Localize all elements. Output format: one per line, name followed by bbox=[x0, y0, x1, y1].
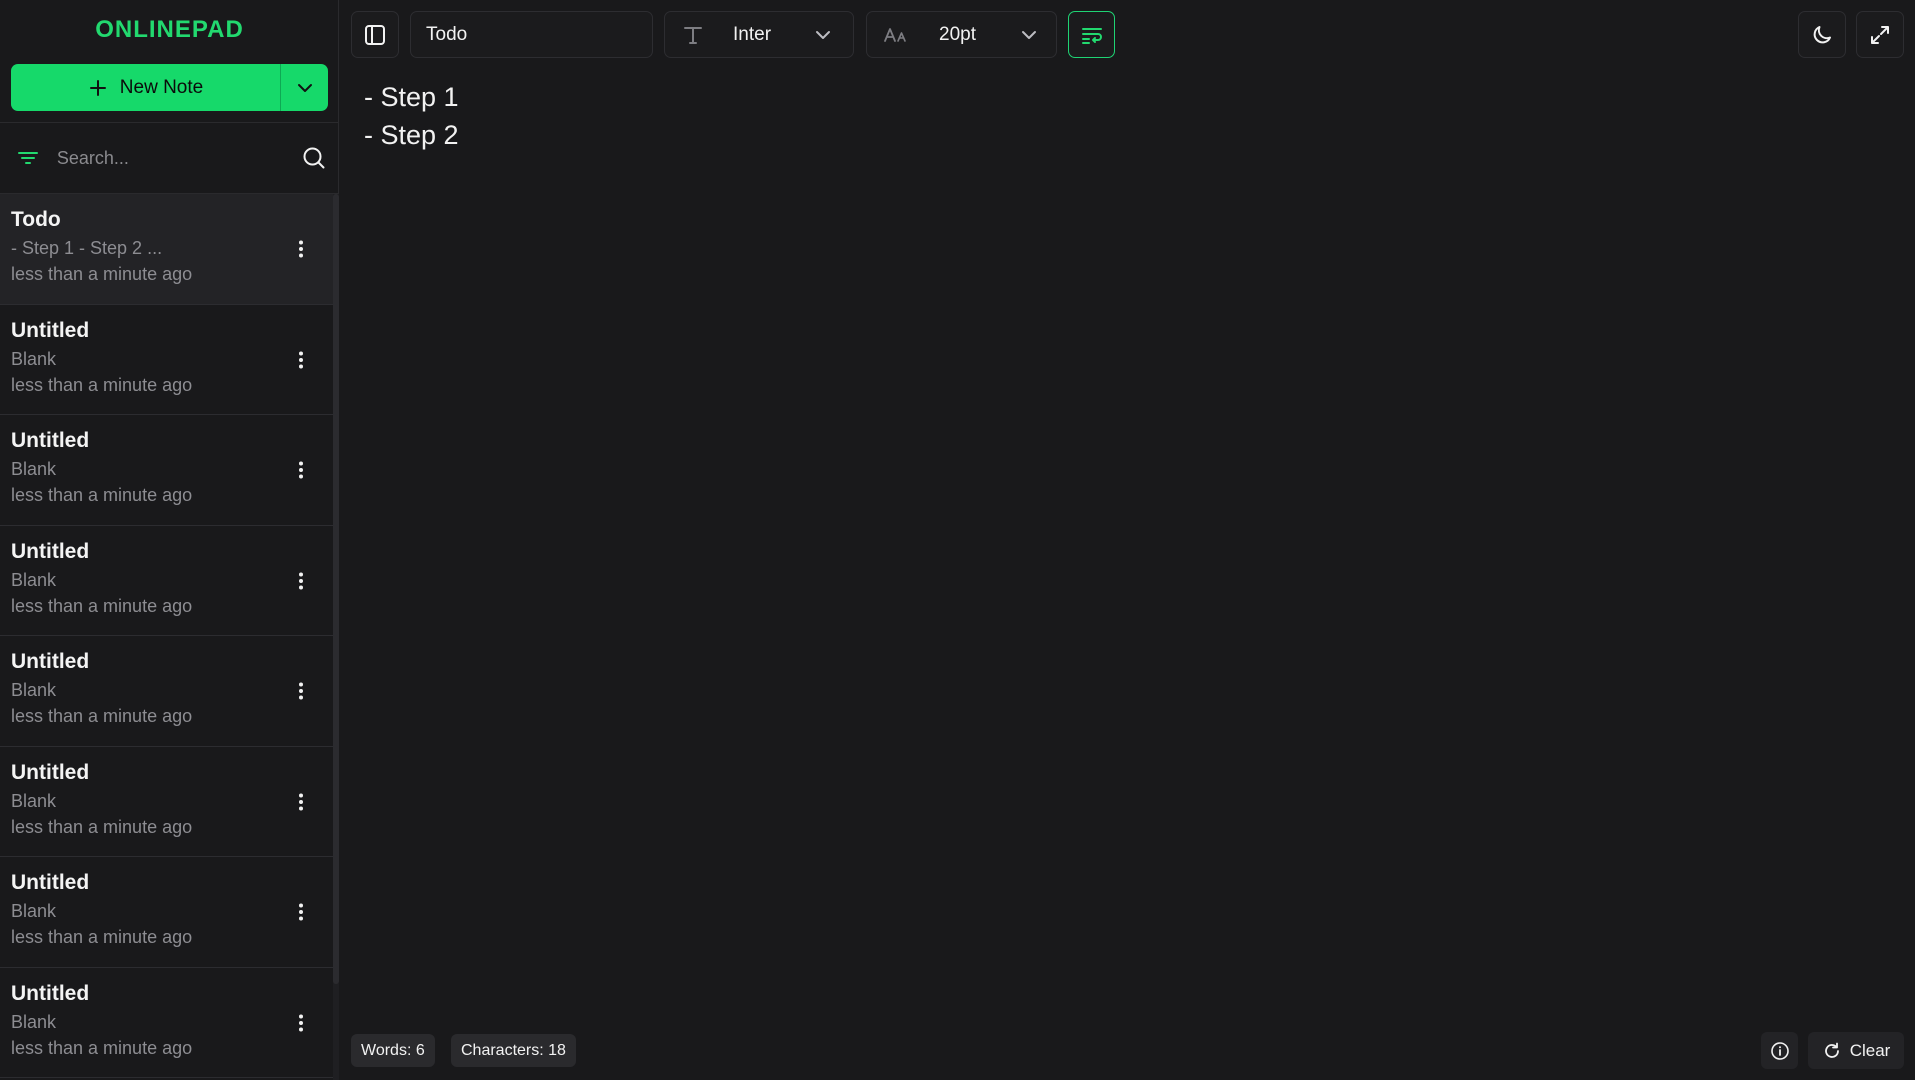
note-list-item[interactable]: Untitled Blank less than a minute ago bbox=[0, 636, 333, 747]
more-vertical-icon bbox=[299, 240, 303, 258]
refresh-icon bbox=[1824, 1042, 1839, 1058]
note-preview: Blank bbox=[11, 901, 57, 921]
note-options-button[interactable] bbox=[289, 676, 313, 706]
sidebar: ONLINEPAD New Note Todo - Step 1 - Step 2… bbox=[0, 0, 339, 1080]
info-button[interactable] bbox=[1761, 1032, 1798, 1069]
note-title: Untitled bbox=[11, 871, 90, 894]
info-icon bbox=[1770, 1041, 1789, 1060]
font-size-select[interactable]: 20pt bbox=[866, 11, 1057, 58]
note-title: Untitled bbox=[11, 650, 90, 673]
note-title: Untitled bbox=[11, 539, 90, 563]
new-note-button-group: New Note bbox=[11, 64, 328, 111]
app-logo: ONLINEPAD bbox=[95, 16, 244, 43]
note-preview: Blank bbox=[11, 569, 57, 590]
note-list-item[interactable]: Untitled Blank less than a minute ago bbox=[0, 305, 333, 415]
note-title: Untitled bbox=[11, 318, 90, 342]
filter-icon bbox=[18, 152, 39, 164]
editor-textarea[interactable]: - Step 1 - Step 2 bbox=[364, 78, 1894, 154]
more-vertical-icon bbox=[299, 903, 303, 921]
new-note-button[interactable]: New Note bbox=[11, 64, 280, 111]
character-count-badge: Characters: 18 bbox=[451, 1034, 576, 1067]
note-preview: Blank bbox=[11, 459, 57, 479]
font-type-icon bbox=[684, 26, 702, 44]
note-list-item[interactable]: Untitled Blank less than a minute ago bbox=[0, 747, 333, 857]
more-vertical-icon bbox=[299, 682, 303, 700]
note-title: Todo bbox=[11, 208, 61, 231]
plus-icon bbox=[89, 79, 106, 96]
editor-line: - Step 1 bbox=[364, 82, 459, 112]
more-vertical-icon bbox=[299, 572, 303, 589]
note-title-field[interactable] bbox=[410, 11, 653, 58]
note-title: Untitled bbox=[11, 760, 90, 784]
note-timestamp: less than a minute ago bbox=[11, 927, 193, 947]
note-options-button[interactable] bbox=[289, 234, 313, 264]
more-vertical-icon bbox=[299, 461, 303, 479]
wrap-text-icon bbox=[1081, 27, 1102, 44]
note-options-button[interactable] bbox=[289, 1008, 313, 1038]
note-title: Untitled bbox=[11, 429, 90, 452]
note-options-button[interactable] bbox=[289, 566, 313, 596]
note-options-button[interactable] bbox=[289, 345, 313, 375]
note-preview: Blank bbox=[11, 1011, 57, 1032]
expand-icon bbox=[1871, 25, 1889, 44]
note-options-button[interactable] bbox=[289, 455, 313, 485]
note-options-button[interactable] bbox=[289, 787, 313, 817]
search-input[interactable] bbox=[56, 138, 289, 178]
font-family-select[interactable]: Inter bbox=[664, 11, 854, 58]
new-note-dropdown-button[interactable] bbox=[281, 64, 328, 111]
word-count-badge: Words: 6 bbox=[351, 1034, 435, 1067]
note-options-button[interactable] bbox=[289, 897, 313, 927]
search-icon bbox=[303, 147, 325, 169]
note-preview: - Step 1 - Step 2 ... bbox=[11, 238, 163, 258]
note-title-input[interactable] bbox=[426, 23, 652, 46]
toggle-sidebar-button[interactable] bbox=[351, 11, 399, 58]
clear-label: Clear bbox=[1849, 1040, 1891, 1060]
clear-button[interactable]: Clear bbox=[1808, 1032, 1904, 1069]
more-vertical-icon bbox=[299, 351, 303, 368]
note-title: Untitled bbox=[11, 981, 90, 1005]
note-list: Todo - Step 1 - Step 2 ... less than a min… bbox=[0, 194, 333, 1080]
note-preview: Blank bbox=[11, 348, 57, 369]
word-wrap-toggle[interactable] bbox=[1068, 11, 1115, 58]
note-list-item[interactable]: Untitled Blank less than a minute ago bbox=[0, 857, 333, 968]
search-row bbox=[0, 122, 339, 194]
filter-button[interactable] bbox=[0, 122, 57, 194]
note-preview: Blank bbox=[11, 790, 57, 811]
sidebar-panel-icon bbox=[365, 24, 385, 45]
fullscreen-button[interactable] bbox=[1856, 11, 1904, 58]
chevron-down-icon bbox=[1022, 30, 1036, 39]
font-family-value: Inter bbox=[733, 23, 772, 45]
note-list-item[interactable]: Untitled Blank less than a minute ago bbox=[0, 968, 333, 1078]
search-button[interactable] bbox=[289, 122, 339, 194]
note-timestamp: less than a minute ago bbox=[11, 816, 193, 837]
note-preview: Blank bbox=[11, 680, 57, 700]
note-list-item[interactable]: Untitled Blank less than a minute ago bbox=[0, 415, 333, 526]
note-list-item[interactable]: Untitled Blank less than a minute ago bbox=[0, 526, 333, 636]
chevron-down-icon bbox=[816, 30, 830, 39]
note-list-item[interactable]: Todo - Step 1 - Step 2 ... less than a min… bbox=[0, 194, 333, 305]
more-vertical-icon bbox=[299, 1014, 303, 1031]
text-size-icon bbox=[884, 27, 906, 42]
note-timestamp: less than a minute ago bbox=[11, 264, 193, 284]
note-timestamp: less than a minute ago bbox=[11, 1037, 193, 1058]
more-vertical-icon bbox=[299, 793, 303, 810]
note-timestamp: less than a minute ago bbox=[11, 706, 193, 726]
note-list-scrollbar-thumb[interactable] bbox=[333, 194, 339, 984]
new-note-label: New Note bbox=[119, 76, 204, 98]
font-size-value: 20pt bbox=[939, 23, 976, 45]
note-timestamp: less than a minute ago bbox=[11, 485, 193, 505]
moon-icon bbox=[1813, 25, 1831, 43]
chevron-down-icon bbox=[297, 83, 312, 92]
note-timestamp: less than a minute ago bbox=[11, 374, 193, 395]
editor-line: - Step 2 bbox=[364, 120, 459, 150]
theme-toggle-button[interactable] bbox=[1798, 11, 1846, 58]
note-timestamp: less than a minute ago bbox=[11, 595, 193, 616]
